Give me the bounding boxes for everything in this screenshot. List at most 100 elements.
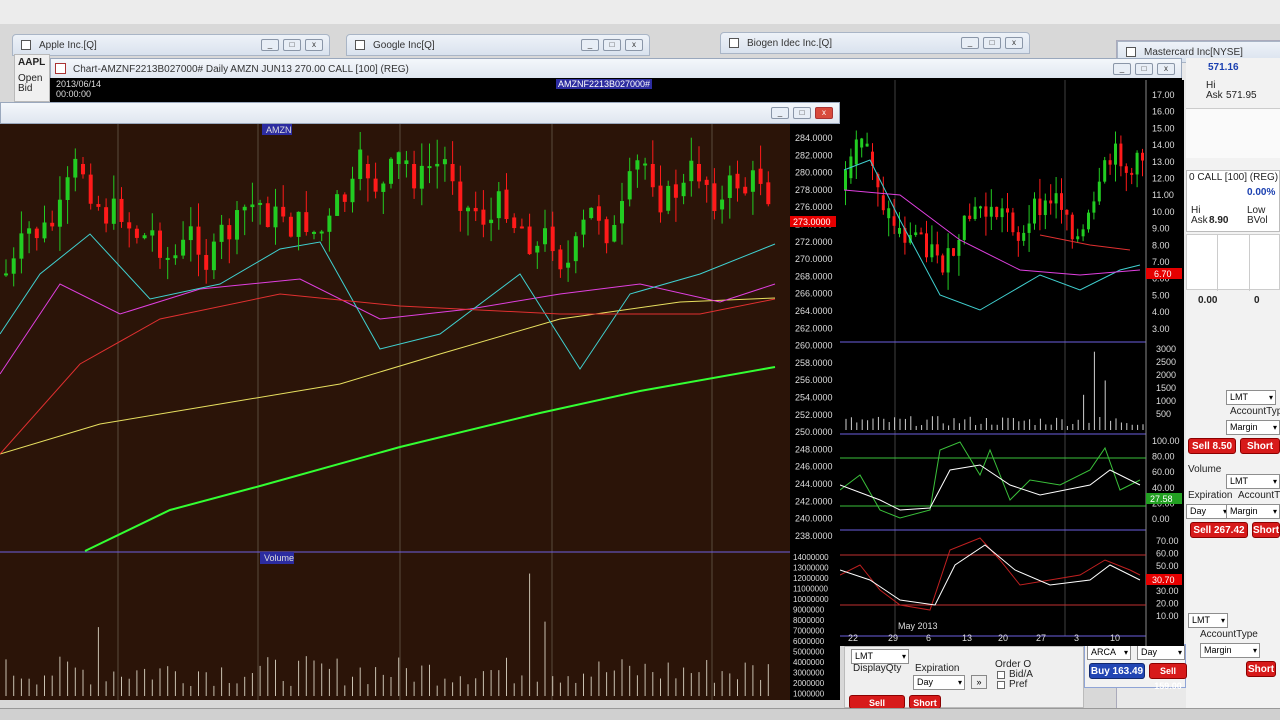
option-price-tick: 8.00 bbox=[1152, 240, 1170, 250]
change-pct: 0.00% bbox=[1247, 187, 1276, 198]
exchange-select[interactable]: ARCA bbox=[1087, 645, 1131, 660]
candle-body bbox=[296, 211, 301, 237]
bottom-order-type[interactable]: LMT bbox=[851, 649, 909, 664]
bottom-expiry-select[interactable]: Day bbox=[913, 675, 965, 690]
expiry-select[interactable]: Day bbox=[1186, 504, 1230, 519]
buy-button[interactable]: Buy 163.49 bbox=[1089, 663, 1145, 679]
candle-body bbox=[188, 226, 193, 241]
option-candle-body bbox=[1060, 193, 1063, 210]
symbol-tag: AMZNF2213B027000# bbox=[556, 79, 653, 89]
short2-button[interactable]: Short bbox=[1252, 522, 1280, 538]
forward-arrows-icon[interactable]: » bbox=[971, 675, 987, 689]
candle-body bbox=[620, 201, 624, 224]
minimize-icon[interactable]: _ bbox=[261, 39, 279, 51]
biogen-window-titlebar[interactable]: Biogen Idec Inc.[Q] _ □ x bbox=[720, 32, 1030, 54]
sell-button[interactable]: Sell 8.50 bbox=[1188, 438, 1236, 454]
option-candle-body bbox=[1016, 232, 1020, 241]
candle-body bbox=[473, 207, 478, 212]
close-icon[interactable]: x bbox=[305, 39, 323, 51]
window-icon bbox=[21, 40, 31, 50]
volume-tick-label: 11000000 bbox=[793, 585, 829, 594]
apple-window-titlebar[interactable]: Apple Inc.[Q] _ □ x bbox=[12, 34, 330, 56]
main-chart-titlebar[interactable]: Chart-AMZNF2213B027000# Daily AMZN JUN13… bbox=[50, 58, 1182, 80]
option-volume-tick: 3000 bbox=[1156, 344, 1176, 354]
osc2-tick: 50.00 bbox=[1156, 561, 1179, 571]
volume-tick-label: 12000000 bbox=[793, 574, 829, 583]
candle-body bbox=[489, 219, 494, 224]
candle-body bbox=[96, 204, 101, 207]
candle-body bbox=[673, 184, 678, 198]
option-candle-body bbox=[962, 215, 966, 240]
candle-body bbox=[111, 198, 116, 224]
maximize-icon[interactable]: □ bbox=[283, 39, 301, 51]
sell2-button[interactable]: Sell 267.42 bbox=[1190, 522, 1248, 538]
candle-body bbox=[381, 183, 386, 192]
price-tick-label: 284.0000 bbox=[795, 133, 833, 143]
candle-body bbox=[643, 163, 648, 166]
minimize-icon[interactable]: _ bbox=[581, 39, 599, 51]
option-candle-body bbox=[1092, 201, 1096, 213]
osc1-tick: 40.00 bbox=[1152, 483, 1175, 493]
option-price-tick: 12.00 bbox=[1152, 174, 1175, 184]
google-window-titlebar[interactable]: Google Inc[Q] _ □ x bbox=[346, 34, 650, 56]
desktop-top-strip bbox=[0, 0, 1280, 24]
bottom-short-button[interactable]: Short bbox=[909, 695, 941, 709]
maximize-icon[interactable]: □ bbox=[793, 107, 811, 119]
short-button[interactable]: Short bbox=[1240, 438, 1280, 454]
price-tick-label: 248.0000 bbox=[795, 444, 833, 454]
price-tick-label: 242.0000 bbox=[795, 496, 833, 506]
option-candle-body bbox=[1022, 232, 1026, 241]
pref-label: Pref bbox=[1009, 679, 1028, 690]
ask-label: Ask bbox=[1206, 90, 1223, 101]
candle-body bbox=[650, 164, 655, 188]
close-icon[interactable]: x bbox=[1157, 63, 1175, 75]
price-tick-label: 256.0000 bbox=[795, 375, 833, 385]
sell3-button[interactable]: Sell 159.00 bbox=[1149, 663, 1187, 691]
candle-body bbox=[458, 181, 463, 211]
candle-body bbox=[204, 254, 209, 270]
candle-body bbox=[335, 194, 340, 216]
minimize-icon[interactable]: _ bbox=[771, 107, 789, 119]
candle-body bbox=[412, 164, 417, 189]
candle-body bbox=[319, 231, 324, 234]
order-type3-select[interactable]: LMT bbox=[1188, 613, 1228, 628]
short3-button[interactable]: Short bbox=[1246, 661, 1276, 677]
amzn-chart-titlebar[interactable]: _ □ x bbox=[0, 102, 840, 124]
pref-checkbox[interactable] bbox=[997, 681, 1005, 689]
price-tick-label: 278.0000 bbox=[795, 185, 833, 195]
candle-body bbox=[566, 262, 571, 268]
close-icon[interactable]: x bbox=[1005, 37, 1023, 49]
option-candle-body bbox=[898, 227, 901, 234]
candle-body bbox=[735, 173, 740, 189]
minimize-icon[interactable]: _ bbox=[961, 37, 979, 49]
order-type2-select[interactable]: LMT bbox=[1226, 474, 1280, 489]
minimize-icon[interactable]: _ bbox=[1113, 63, 1131, 75]
account2-select[interactable]: Margin bbox=[1226, 504, 1280, 519]
candle-body bbox=[442, 159, 447, 165]
candle-body bbox=[273, 206, 278, 228]
taskbar-strip bbox=[0, 708, 1280, 720]
candle-body bbox=[304, 212, 309, 232]
candle-body bbox=[42, 222, 47, 239]
option-candle-body bbox=[984, 206, 988, 217]
maximize-icon[interactable]: □ bbox=[1135, 63, 1153, 75]
option-candle-body bbox=[973, 206, 977, 219]
option-candle-body bbox=[1119, 143, 1123, 167]
bid-checkbox[interactable] bbox=[997, 671, 1005, 679]
order-type-select[interactable]: LMT bbox=[1226, 390, 1276, 405]
price-tick-label: 250.0000 bbox=[795, 427, 833, 437]
account3-select[interactable]: Margin bbox=[1200, 643, 1260, 658]
close-icon[interactable]: x bbox=[625, 39, 643, 51]
price-tick-label: 258.0000 bbox=[795, 358, 833, 368]
close-icon[interactable]: x bbox=[815, 107, 833, 119]
day3-select[interactable]: Day bbox=[1137, 645, 1185, 660]
account-type2-label: AccountTy bbox=[1238, 490, 1280, 501]
account-select[interactable]: Margin bbox=[1226, 420, 1280, 435]
bottom-sell-button[interactable]: Sell bbox=[849, 695, 905, 709]
candle-body bbox=[589, 207, 594, 219]
option-x-label: 29 bbox=[888, 633, 898, 643]
maximize-icon[interactable]: □ bbox=[603, 39, 621, 51]
maximize-icon[interactable]: □ bbox=[983, 37, 1001, 49]
option-x-label: 3 bbox=[1074, 633, 1079, 643]
candle-body bbox=[519, 226, 524, 229]
